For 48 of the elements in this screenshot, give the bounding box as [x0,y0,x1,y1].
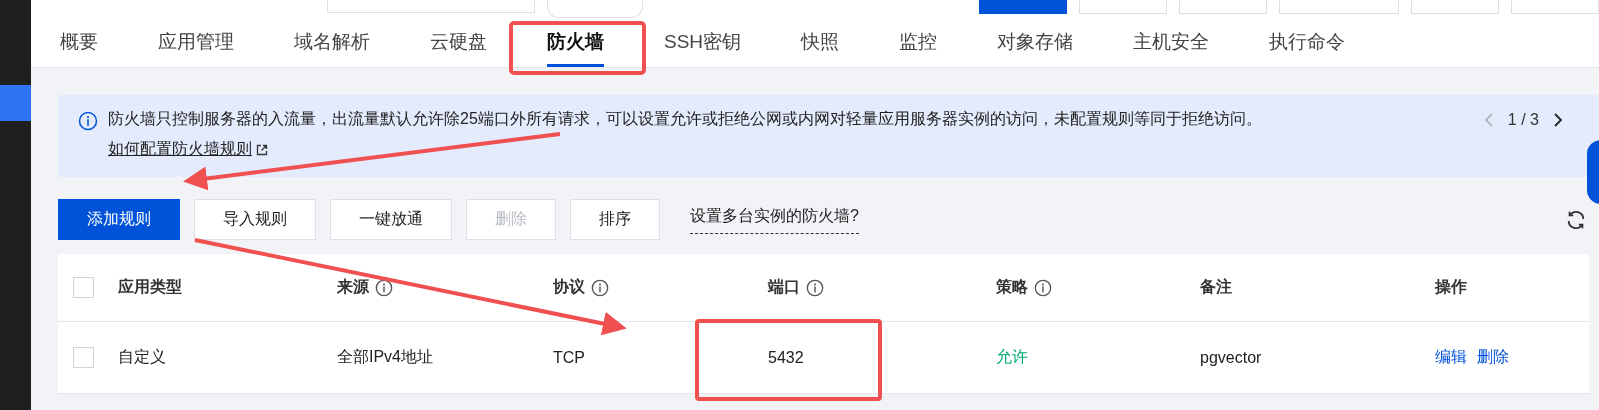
table-cell: 5432 [768,348,804,366]
previous-icon[interactable] [1483,112,1494,128]
column-header: 操作 [1435,277,1467,297]
tab[interactable]: SSH密钥 [664,16,742,67]
info-icon [806,278,824,297]
table-cell: pgvector [1200,348,1262,366]
toolbar-button[interactable]: 导入规则 [194,199,316,240]
info-icon [1034,278,1052,297]
table-cell: 全部IPv4地址 [337,348,433,365]
tab[interactable]: 防火墙 [547,16,604,67]
tab[interactable]: 执行命令 [1269,16,1346,67]
refresh-icon[interactable] [1565,208,1587,231]
column-header: 来源 [337,277,369,297]
input-field[interactable] [327,0,535,13]
info-icon [78,111,98,131]
column-header: 备注 [1200,277,1232,297]
toolbar-button[interactable] [979,0,1067,14]
notice-text: 防火墙只控制服务器的入流量，出流量默认允许除25端口外所有请求，可以设置允许或拒绝公网或内网对轻量应用服务器实例的访问，未配置规则等同于拒绝访问。 [108,109,1263,129]
table-cell: TCP [553,348,585,366]
toolbar-button[interactable]: 排序 [570,199,660,240]
sidebar-item[interactable] [0,85,31,121]
tab[interactable]: 域名解析 [294,16,370,67]
column-header: 策略 [996,277,1028,297]
table-cell: 允许 [996,348,1028,365]
tab[interactable]: 应用管理 [158,16,234,67]
page-counter: 1 / 3 [1507,111,1539,129]
column-header: 端口 [768,277,800,297]
tab[interactable]: 云硬盘 [430,16,487,67]
help-link[interactable]: 如何配置防火墙规则 [108,139,268,160]
external-link-icon[interactable] [256,143,268,156]
column-header: 应用类型 [118,277,182,297]
tab[interactable]: 快照 [801,16,840,67]
checkbox[interactable] [73,277,94,298]
info-icon [591,278,609,297]
next-icon[interactable] [1553,112,1563,128]
checkbox[interactable] [73,347,94,368]
column-header: 协议 [553,277,585,297]
multi-instance-link[interactable]: 设置多台实例的防火墙? [690,205,859,234]
action-link[interactable]: 编辑 [1435,347,1467,368]
tab[interactable]: 监控 [899,16,938,67]
info-icon [375,278,393,297]
tab[interactable]: 概要 [60,16,98,67]
add-button[interactable]: 添加规则 [58,199,180,240]
table-cell: 自定义 [118,348,166,365]
action-link[interactable]: 删除 [1477,347,1509,368]
tab[interactable]: 主机安全 [1133,16,1210,67]
tab[interactable]: 对象存储 [997,16,1074,67]
toolbar-button[interactable]: 一键放通 [330,199,452,240]
